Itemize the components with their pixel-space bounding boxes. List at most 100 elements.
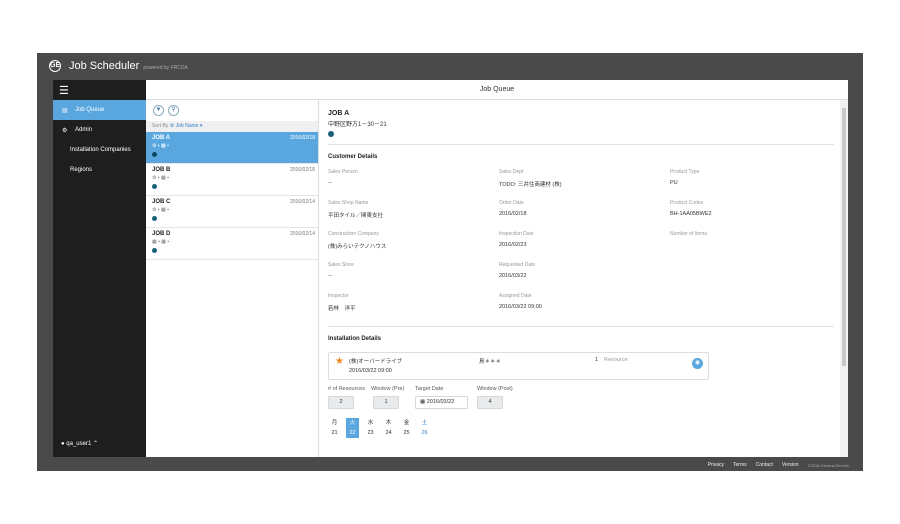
resource-label: Resource (604, 357, 628, 363)
app-window: GE Job Scheduler powered by FRCDA ☰ ▤ Jo… (37, 53, 863, 471)
search-icon[interactable]: ⚲ (168, 105, 179, 116)
footer-link-terms[interactable]: Terms (733, 462, 747, 468)
target-date-label: Target Date (415, 386, 444, 392)
list-icon: ▤ (62, 107, 68, 114)
order-date-label: Order Date (499, 200, 524, 206)
eye-icon[interactable]: ◉ (692, 358, 703, 369)
scrollbar-thumb[interactable] (842, 108, 846, 366)
resources-label: # of Resources (328, 386, 365, 392)
product-codes-label: Product Codes (670, 200, 704, 206)
inspection-date-value: 2016/02/23 (499, 242, 527, 248)
filter-bar: ▼ ⚲ (146, 100, 318, 121)
calendar-day[interactable]: 21 (328, 428, 341, 438)
user-name: qa_user1 (66, 441, 92, 447)
footer-link-version[interactable]: Version (782, 462, 799, 468)
footer-link-privacy[interactable]: Privacy (708, 462, 724, 468)
scrollbar[interactable] (840, 100, 848, 457)
installation-details-title: Installation Details (328, 336, 382, 342)
app-title: Job Scheduler (69, 60, 140, 72)
footer: Privacy Terms Contact Version ©2016 Gene… (37, 459, 863, 471)
weekday-label: 水 (367, 420, 374, 426)
job-status-icons: ⚙ ▪ ▦ ▪ (152, 207, 169, 213)
window-post-input[interactable]: 4 (477, 396, 503, 409)
footer-link-contact[interactable]: Contact (756, 462, 773, 468)
window-pre-label: Window (Pre) (371, 386, 405, 392)
user-icon: ● (61, 441, 65, 447)
weekday-label: 木 (385, 420, 392, 426)
sort-value[interactable]: ⚙ Job Name ▾ (170, 123, 203, 129)
status-dot (152, 216, 157, 221)
inspection-date-label: Inspection Date (499, 231, 534, 237)
divider (328, 326, 834, 327)
sidebar-item-label: Installation Companies (70, 147, 131, 153)
requested-date-value: 2016/03/22 (499, 273, 527, 279)
sidebar: ☰ ▤ Job Queue ⚙ Admin Installation Compa… (53, 80, 146, 457)
installation-datetime: 2016/03/22 09:00 (349, 368, 392, 374)
sales-dept-label: Sales Dept (499, 169, 524, 175)
window-post-label: Window (Post) (477, 386, 513, 392)
powered-by-text: powered by FRCDA (143, 64, 188, 71)
hamburger-icon[interactable]: ☰ (53, 80, 146, 100)
sidebar-item-admin[interactable]: ⚙ Admin (53, 120, 146, 140)
job-status-icons: ⚙ ▪ ▦ ▪ (152, 143, 169, 149)
job-list-item[interactable]: JOB C 2016/02/14 ⚙ ▪ ▦ ▪ (146, 196, 318, 228)
sidebar-item-installation-companies[interactable]: Installation Companies (53, 140, 146, 160)
construction-company-label: Construction Company (328, 231, 379, 237)
window-pre-input[interactable]: 1 (373, 396, 399, 409)
sidebar-item-job-queue[interactable]: ▤ Job Queue (53, 100, 146, 120)
target-date-input[interactable]: ▦ 2016/03/22 (415, 396, 468, 409)
job-date: 2016/02/18 (289, 135, 315, 141)
product-codes-value: BH-1AA05BWE2 (670, 211, 712, 217)
sales-shop-name-value: 平田タイル／関東支社 (328, 213, 384, 219)
sales-person-label: Sales Person (328, 169, 358, 175)
calendar-day-selected[interactable]: 22 (346, 428, 359, 438)
job-address: 中野区野方1－30－21 (328, 122, 387, 128)
sales-store-label: Sales Store (328, 262, 354, 268)
job-date: 2016/02/14 (289, 199, 315, 205)
job-list-item[interactable]: JOB B 2016/02/18 ⚙ ▪ ▦ ▪ (146, 164, 318, 196)
page-title: Job Queue (146, 80, 848, 100)
status-dot (328, 131, 334, 137)
installation-company: (株)オーバードライブ (349, 359, 403, 365)
calendar-day[interactable]: 24 (382, 428, 395, 438)
sort-bar[interactable]: Sort By ⚙ Job Name ▾ (146, 121, 318, 132)
sidebar-item-regions[interactable]: Regions (53, 160, 146, 180)
sales-shop-name-label: Sales Shop Name (328, 200, 369, 206)
weekday-label: 土 (421, 420, 428, 426)
installation-person: 鳥＊＊＊ (479, 359, 502, 365)
sidebar-item-label: Regions (70, 167, 93, 173)
chevron-up-icon: ⌃ (93, 441, 99, 447)
gear-icon: ⚙ (62, 127, 68, 134)
status-dot (152, 248, 157, 253)
assigned-date-label: Assigned Date (499, 293, 532, 299)
calendar-icon: ▦ (420, 399, 427, 405)
status-dot (152, 152, 157, 157)
construction-company-value: (株)みらいテクノハウス (328, 244, 387, 250)
product-type-label: Product Type (670, 169, 700, 175)
resources-input[interactable]: 2 (328, 396, 354, 409)
job-list-item[interactable]: JOB D 2016/02/14 ▦ ▪ ▦ ▪ (146, 228, 318, 260)
main-panel: Job Queue ▼ ⚲ Sort By ⚙ Job Name ▾ JOB A… (146, 80, 848, 457)
filter-icon[interactable]: ▼ (153, 105, 164, 116)
calendar-day[interactable]: 26 (418, 428, 431, 438)
installation-card[interactable]: ★ (株)オーバードライブ 2016/03/22 09:00 鳥＊＊＊ 1 Re… (328, 352, 709, 380)
job-date: 2016/02/14 (289, 231, 315, 237)
job-list-item[interactable]: JOB A 2016/02/18 ⚙ ▪ ▦ ▪ (146, 132, 318, 164)
calendar-day[interactable]: 23 (364, 428, 377, 438)
copyright: ©2016 General Electric (807, 462, 849, 468)
sales-dept-value: TODO: 三井住商建材 (株) (499, 182, 562, 188)
sales-store-value: -- (328, 273, 332, 279)
sidebar-item-label: Job Queue (75, 107, 105, 113)
number-of-items-label: Number of Items (670, 231, 707, 237)
inspector-value: 若林 洋平 (328, 306, 356, 312)
requested-date-label: Requested Date (499, 262, 536, 268)
job-title: JOB A (328, 110, 350, 117)
user-menu[interactable]: ● qa_user1 ⌃ (61, 440, 98, 447)
job-status-icons: ▦ ▪ ▦ ▪ (152, 239, 170, 245)
job-detail: JOB A 中野区野方1－30－21 Customer Details Sale… (321, 100, 839, 457)
job-name: JOB B (152, 167, 171, 173)
order-date-value: 2016/02/18 (499, 211, 527, 217)
job-name: JOB D (152, 231, 171, 237)
calendar-day[interactable]: 25 (400, 428, 413, 438)
job-name: JOB C (152, 199, 171, 205)
